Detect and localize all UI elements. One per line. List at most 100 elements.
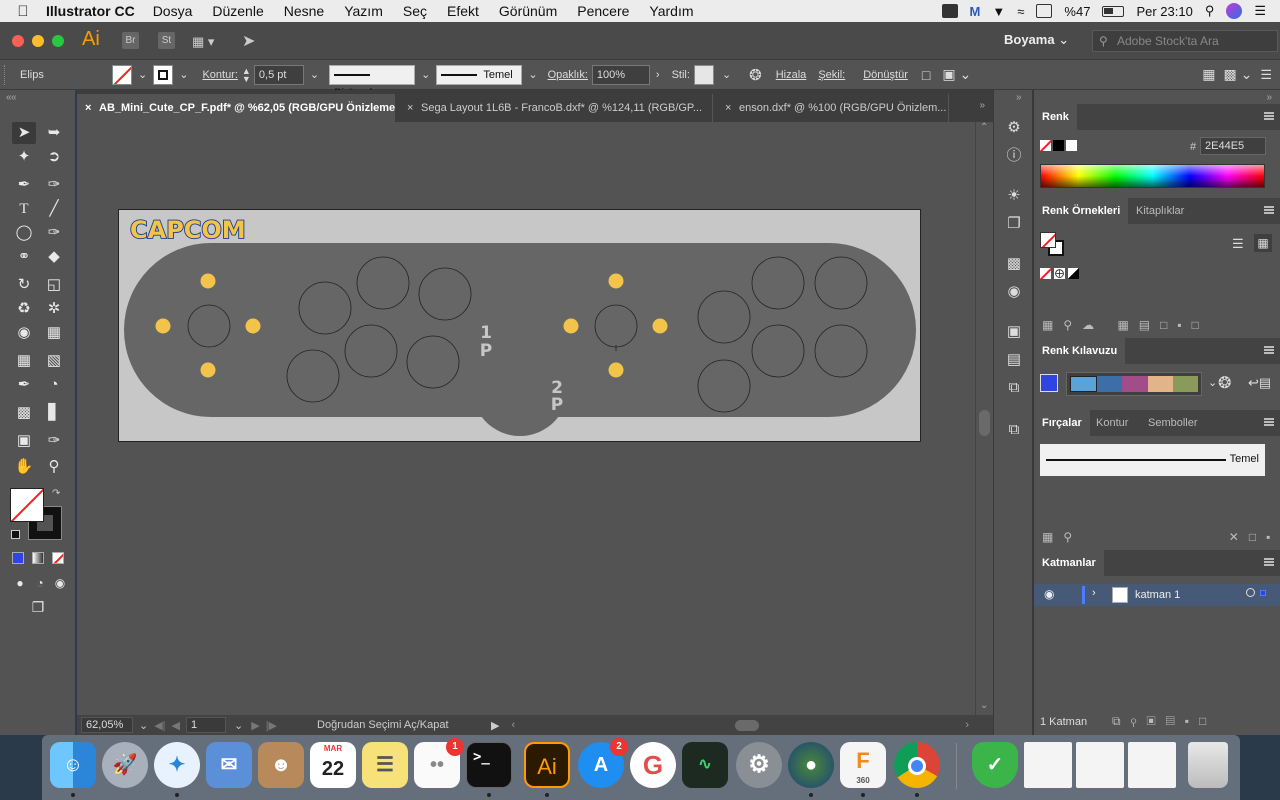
panel-menu-icon[interactable]	[1264, 558, 1274, 566]
stock-button[interactable]: St	[158, 32, 175, 49]
puppet-warp-icon[interactable]: ▣ ⌄	[942, 66, 971, 83]
brush-item[interactable]: Temel	[1040, 444, 1265, 476]
brush-definition[interactable]: Temel	[436, 64, 523, 85]
close-window-button[interactable]	[12, 35, 24, 47]
chevron-down-icon[interactable]: ⌄	[179, 68, 188, 81]
panel-body[interactable]	[124, 243, 916, 417]
hscroll-thumb[interactable]	[735, 719, 760, 731]
selection-tool-icon[interactable]: ➤	[12, 122, 36, 144]
hand-tool-icon[interactable]: ✋	[12, 456, 36, 478]
eraser-tool-icon[interactable]: ◆	[42, 246, 66, 268]
swatch-registration[interactable]: ⨁	[1054, 268, 1065, 279]
harmony-swatch[interactable]	[1147, 376, 1173, 392]
close-icon[interactable]: ×	[85, 94, 91, 122]
last-artboard-icon[interactable]: |▶	[266, 719, 277, 732]
chevron-down-icon[interactable]: ⌄	[138, 68, 147, 81]
harmony-swatch[interactable]	[1097, 376, 1123, 392]
type-tool-icon[interactable]: T	[12, 198, 36, 220]
symbol-sprayer-tool-icon[interactable]: ▩	[12, 402, 36, 424]
vpn-shield-icon[interactable]: ▼	[992, 4, 1005, 19]
list-view-icon[interactable]: ☰	[1232, 236, 1244, 252]
stroke-weight-input[interactable]: 0,5 pt	[253, 64, 304, 85]
dock-fusion-360[interactable]: F 360	[840, 742, 886, 788]
swatch-black-white[interactable]	[1068, 268, 1079, 279]
layers-footer-icons[interactable]: ⧉⚲▣▤▪□	[1112, 714, 1216, 729]
mesh-tool-icon[interactable]: ▦	[12, 350, 36, 372]
scroll-thumb[interactable]	[979, 410, 990, 436]
curvature-tool-icon[interactable]: ✑	[42, 174, 66, 196]
transparency-icon[interactable]: ◉	[1004, 282, 1024, 302]
save-group-icon[interactable]: ↩▤	[1248, 375, 1271, 391]
status-menu-icon[interactable]: ▶	[491, 719, 499, 732]
opacity-label[interactable]: Opaklık:	[548, 69, 588, 81]
stroke-swatch[interactable]	[153, 64, 174, 85]
dock-chrome[interactable]	[894, 742, 940, 788]
menu-window[interactable]: Pencere	[577, 3, 629, 19]
stroke-label[interactable]: Kontur:	[202, 69, 237, 81]
layer-row[interactable]: ◉ › katman 1	[1034, 584, 1280, 606]
shape-button[interactable]: Şekil:	[818, 69, 845, 81]
more-tabs-icon[interactable]: »	[979, 100, 985, 111]
menu-file[interactable]: Dosya	[153, 3, 193, 19]
isolate-icon[interactable]: □	[922, 67, 930, 83]
airplay-icon[interactable]	[1036, 4, 1053, 18]
menu-help[interactable]: Yardım	[649, 3, 693, 19]
scroll-up-icon[interactable]: ⌃	[980, 122, 988, 133]
control-panel-artwork[interactable]: CAPCOM 1 P 2 P	[119, 210, 922, 443]
chevron-down-icon[interactable]: ⌄	[234, 719, 243, 732]
style-swatch[interactable]	[693, 64, 714, 85]
shaper-tool-icon[interactable]: ⚭	[12, 246, 36, 268]
dock-calendar[interactable]: MAR 22	[310, 742, 356, 788]
appearance-sun-icon[interactable]: ☀	[1004, 186, 1024, 206]
graphic-styles-icon[interactable]: ❐	[1004, 214, 1024, 234]
artboard-number-input[interactable]: 1	[186, 717, 227, 733]
color-spectrum[interactable]	[1040, 164, 1265, 188]
dock-google-earth[interactable]: ●	[788, 742, 834, 788]
swatch-footer-icons[interactable]: ▦⚲☁ ▦▤□▪□	[1042, 318, 1209, 332]
arrange-documents-icon[interactable]: ▦ ▾	[192, 34, 214, 50]
brush-footer-icons[interactable]: ▦⚲ ✕□▪□	[1042, 530, 1280, 544]
default-colors-icon[interactable]	[11, 530, 20, 539]
distribute-icon[interactable]: ▩ ⌄	[1223, 66, 1252, 83]
notification-center-icon[interactable]: ☰	[1254, 3, 1266, 19]
artboard[interactable]: CAPCOM 1 P 2 P	[118, 209, 921, 442]
puppet-warp-tool-icon[interactable]: ✲	[42, 298, 66, 320]
pen-tool-icon[interactable]: ✒	[12, 174, 36, 196]
variable-width-profile[interactable]: Birörnek	[329, 64, 416, 99]
hscroll-left-icon[interactable]: ‹	[512, 719, 516, 731]
dock-system-preferences[interactable]: ⚙	[736, 742, 782, 788]
color-mode-icon[interactable]	[12, 552, 24, 564]
stroke-stepper-icon[interactable]: ▲ ▼	[242, 66, 252, 83]
zoom-window-button[interactable]	[52, 35, 64, 47]
tab-color[interactable]: Renk	[1034, 104, 1077, 130]
harmony-swatch[interactable]	[1172, 376, 1199, 392]
dock-mail[interactable]: ✉	[206, 742, 252, 788]
color-black-swatch[interactable]	[1053, 140, 1064, 151]
dock-finder[interactable]: ☺	[50, 742, 96, 788]
spotlight-icon[interactable]: ⚲	[1205, 3, 1215, 19]
chevron-down-icon[interactable]: ⌄	[528, 68, 537, 81]
zoom-tool-icon[interactable]: ⚲	[42, 456, 66, 478]
artboard-tool-icon[interactable]: ▣	[12, 430, 36, 452]
recolor-artwork-icon[interactable]: ❂	[749, 66, 762, 84]
dock-launchpad[interactable]: 🚀	[102, 742, 148, 788]
column-graph-tool-icon[interactable]: ▋	[42, 402, 66, 424]
collapse-tabs-icon[interactable]: «	[11, 92, 17, 103]
harmony-rules[interactable]	[1066, 372, 1202, 396]
battery-icon[interactable]	[1102, 5, 1125, 17]
panel-menu-icon[interactable]	[1264, 418, 1274, 426]
dock-contacts[interactable]: ☻	[258, 742, 304, 788]
color-none-swatch[interactable]	[1040, 140, 1051, 151]
hex-input[interactable]: 2E44E5	[1200, 137, 1266, 155]
tab-swatches[interactable]: Renk Örnekleri	[1034, 198, 1129, 224]
clock[interactable]: Per 23:10	[1136, 4, 1192, 19]
direct-selection-tool-icon[interactable]: ➥	[42, 122, 66, 144]
chevron-down-icon[interactable]: ⌄	[1208, 376, 1217, 389]
line-tool-icon[interactable]: ╱	[42, 198, 66, 220]
gradient-tool-icon[interactable]: ▧	[42, 350, 66, 372]
swatch-none[interactable]	[1040, 268, 1051, 279]
dock-window-thumb-3[interactable]	[1128, 742, 1176, 788]
align-panel-icon[interactable]: ▤	[1004, 350, 1024, 370]
align-button[interactable]: Hizala	[776, 69, 807, 81]
dock-window-thumb-2[interactable]	[1076, 742, 1124, 788]
